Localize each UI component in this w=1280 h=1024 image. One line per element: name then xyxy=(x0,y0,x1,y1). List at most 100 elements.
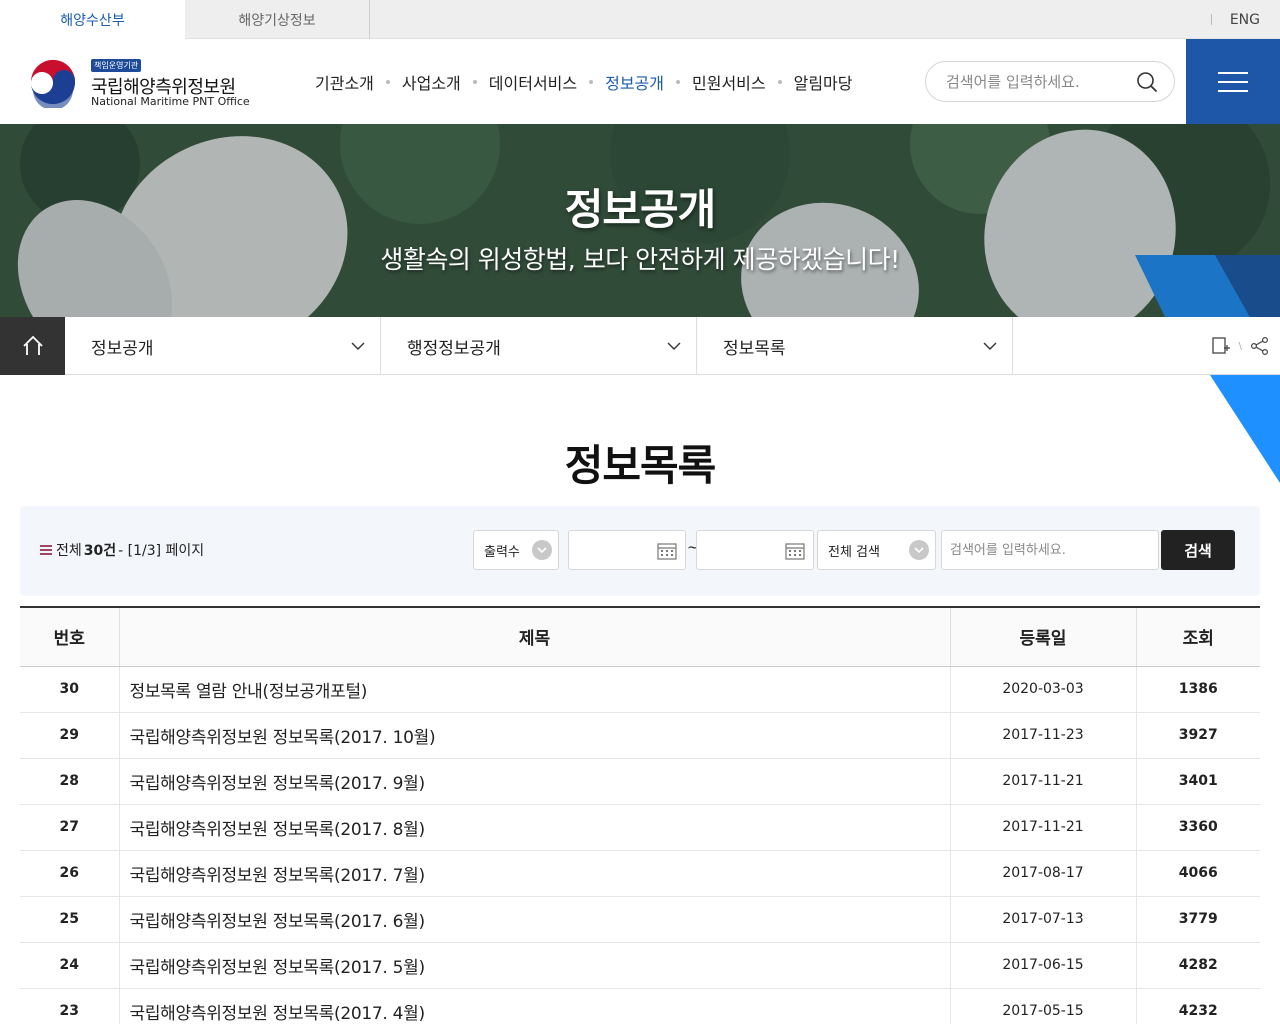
list-icon xyxy=(40,545,52,555)
end-date-field[interactable] xyxy=(696,530,814,570)
location-bar: 정보공개 행정정보공개 정보목록 \ xyxy=(0,317,1280,375)
table-header-row: 번호 제목 등록일 조회 xyxy=(20,607,1260,667)
nav-business[interactable]: 사업소개 xyxy=(402,70,461,94)
row-date: 2017-07-13 xyxy=(949,896,1136,942)
table-row: 28 국립해양측위정보원 정보목록(2017. 9월) 2017-11-21 3… xyxy=(20,758,1260,804)
table-row: 25 국립해양측위정보원 정보목록(2017. 6월) 2017-07-13 3… xyxy=(20,896,1260,942)
nav-notice[interactable]: 알림마당 xyxy=(794,70,853,94)
home-icon xyxy=(22,335,43,355)
search-scope-select[interactable]: 전체 검색 xyxy=(817,530,936,570)
location-depth3[interactable]: 정보목록 xyxy=(697,317,1013,375)
row-hits: 1386 xyxy=(1135,666,1260,712)
language-switch[interactable]: ENG xyxy=(1210,0,1260,39)
row-number: 27 xyxy=(59,819,79,835)
search-button[interactable]: 검색 xyxy=(1161,530,1235,570)
list-filter-bar: 전체 30건 - [1/3] 페이지 출력수 ~ 전체 검색 검색어를 입력하세… xyxy=(20,506,1260,596)
calendar-icon[interactable] xyxy=(785,542,805,560)
row-title-link[interactable]: 국립해양측위정보원 정보목록(2017. 4월) xyxy=(118,988,950,1024)
location-depth3-label: 정보목록 xyxy=(723,338,786,359)
tools-divider: \ xyxy=(1238,340,1242,352)
keyword-input[interactable] xyxy=(950,540,1150,560)
location-depth2[interactable]: 행정정보공개 xyxy=(381,317,697,375)
row-date: 2017-11-21 xyxy=(949,758,1136,804)
row-title-link[interactable]: 정보목록 열람 안내(정보공개포털) xyxy=(118,666,950,712)
row-number: 30 xyxy=(59,681,79,697)
nav-dot xyxy=(472,79,477,84)
header-search-input[interactable] xyxy=(946,71,1136,93)
row-number: 28 xyxy=(59,773,79,789)
row-number: 24 xyxy=(59,957,79,973)
page-tools: \ xyxy=(1180,317,1280,375)
nav-dot xyxy=(385,79,390,84)
chevron-down-icon xyxy=(351,342,365,350)
header-search xyxy=(925,61,1175,102)
row-number: 26 xyxy=(59,865,79,881)
row-hits: 4066 xyxy=(1135,850,1260,896)
row-date: 2017-05-15 xyxy=(949,988,1136,1024)
row-date: 2017-11-21 xyxy=(949,804,1136,850)
tab-mof[interactable]: 해양수산부 xyxy=(0,0,185,39)
row-number: 25 xyxy=(59,911,79,927)
row-number: 23 xyxy=(59,1003,79,1019)
start-date-field[interactable] xyxy=(568,530,686,570)
row-hits: 3360 xyxy=(1135,804,1260,850)
info-list-table: 번호 제목 등록일 조회 30 정보목록 열람 안내(정보공개포털) 2020-… xyxy=(20,606,1260,1024)
search-scope-label: 전체 검색 xyxy=(828,544,880,560)
row-hits: 3927 xyxy=(1135,712,1260,758)
row-title-link[interactable]: 국립해양측위정보원 정보목록(2017. 6월) xyxy=(118,896,950,942)
top-utility-bar: 해양수산부 해양기상정보 ENG xyxy=(0,0,1280,39)
home-button[interactable] xyxy=(0,317,65,375)
hamburger-icon xyxy=(1218,71,1248,92)
table-row: 27 국립해양측위정보원 정보목록(2017. 8월) 2017-11-21 3… xyxy=(20,804,1260,850)
divider xyxy=(1210,14,1212,25)
col-date: 등록일 xyxy=(949,607,1136,667)
nav-civil-service[interactable]: 민원서비스 xyxy=(692,70,766,94)
total-count-value: 30건 xyxy=(83,543,117,559)
hero-banner: 정보공개 생활속의 위성항법, 보다 안전하게 제공하겠습니다! xyxy=(0,124,1280,317)
table-row: 30 정보목록 열람 안내(정보공개포털) 2020-03-03 1386 xyxy=(20,666,1260,712)
share-icon[interactable] xyxy=(1250,336,1270,356)
row-title-link[interactable]: 국립해양측위정보원 정보목록(2017. 10월) xyxy=(118,712,950,758)
col-number: 번호 xyxy=(20,607,119,667)
table-row: 23 국립해양측위정보원 정보목록(2017. 4월) 2017-05-15 4… xyxy=(20,988,1260,1024)
total-prefix: 전체 xyxy=(56,543,82,559)
org-name-en: National Maritime PNT Office xyxy=(91,95,250,108)
chevron-down-icon xyxy=(532,540,552,560)
nav-data-service[interactable]: 데이터서비스 xyxy=(489,70,577,94)
nav-dot xyxy=(777,79,782,84)
page-title: 정보목록 xyxy=(564,441,717,490)
taegeuk-logo-icon[interactable] xyxy=(27,56,79,108)
keyword-field xyxy=(941,530,1159,570)
row-date: 2020-03-03 xyxy=(949,666,1136,712)
print-icon[interactable] xyxy=(1211,336,1231,356)
tab-marine-weather[interactable]: 해양기상정보 xyxy=(185,0,370,39)
row-hits: 4232 xyxy=(1135,988,1260,1024)
chevron-down-icon xyxy=(909,540,929,560)
search-icon[interactable] xyxy=(1136,71,1158,93)
row-title-link[interactable]: 국립해양측위정보원 정보목록(2017. 9월) xyxy=(118,758,950,804)
chevron-down-icon xyxy=(983,342,997,350)
row-number: 29 xyxy=(59,727,79,743)
nav-dot xyxy=(676,79,680,84)
row-title-link[interactable]: 국립해양측위정보원 정보목록(2017. 5월) xyxy=(118,942,950,988)
main-nav: 기관소개 사업소개 데이터서비스 정보공개 민원서비스 알림마당 xyxy=(315,39,853,124)
row-hits: 3401 xyxy=(1135,758,1260,804)
row-title-link[interactable]: 국립해양측위정보원 정보목록(2017. 8월) xyxy=(118,804,950,850)
location-depth1-label: 정보공개 xyxy=(91,338,154,359)
nav-about[interactable]: 기관소개 xyxy=(315,70,374,94)
nav-disclosure[interactable]: 정보공개 xyxy=(605,70,664,94)
col-title: 제목 xyxy=(118,607,950,667)
all-menu-button[interactable] xyxy=(1186,39,1280,124)
calendar-icon[interactable] xyxy=(657,542,677,560)
row-date: 2017-08-17 xyxy=(949,850,1136,896)
agency-badge: 책임운영기관 xyxy=(91,59,142,72)
page-info: - [1/3] 페이지 xyxy=(118,543,205,559)
row-date: 2017-11-23 xyxy=(949,712,1136,758)
per-page-label: 출력수 xyxy=(484,544,520,560)
row-title-link[interactable]: 국립해양측위정보원 정보목록(2017. 7월) xyxy=(118,850,950,896)
lang-label: ENG xyxy=(1229,11,1260,28)
row-hits: 4282 xyxy=(1135,942,1260,988)
banner-subtitle: 생활속의 위성항법, 보다 안전하게 제공하겠습니다! xyxy=(380,245,900,274)
per-page-select[interactable]: 출력수 xyxy=(473,530,559,570)
location-depth1[interactable]: 정보공개 xyxy=(65,317,381,375)
